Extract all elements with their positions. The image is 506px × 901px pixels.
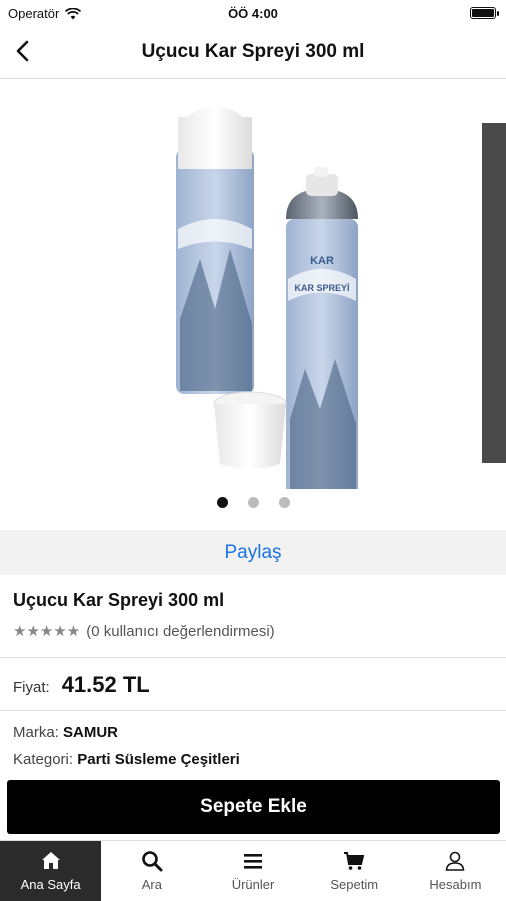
price-value: 41.52 TL xyxy=(61,672,150,697)
can-label-spray: KAR SPREYİ xyxy=(294,283,349,293)
tab-label: Ana Sayfa xyxy=(20,877,81,892)
page-dot[interactable] xyxy=(278,497,290,508)
tab-label: Ürünler xyxy=(231,877,275,892)
tab-home[interactable]: Ana Sayfa xyxy=(0,841,102,901)
tab-label: Ara xyxy=(141,877,162,892)
navigation-bar: Uçucu Kar Spreyi 300 ml xyxy=(0,26,506,79)
product-name: Uçucu Kar Spreyi 300 ml xyxy=(13,590,225,610)
tab-cart[interactable]: Sepetim xyxy=(304,841,405,901)
rating[interactable]: ★★★★★ (0 kullanıcı değerlendirmesi) xyxy=(13,622,275,641)
cart-icon xyxy=(344,852,365,870)
page-dot[interactable] xyxy=(216,497,228,508)
tab-label: Hesabım xyxy=(429,877,482,892)
product-image: KAR KAR SPREYİ xyxy=(176,107,358,519)
battery-icon xyxy=(470,7,499,19)
star-rating-icon: ★★★★★ xyxy=(13,623,81,640)
next-image-peek[interactable] xyxy=(482,123,506,463)
user-icon xyxy=(446,851,465,871)
menu-icon xyxy=(244,854,262,869)
price-label: Fiyat: xyxy=(13,679,50,696)
category-row: Kategori: Parti Süsleme Çeşitleri xyxy=(13,751,240,768)
divider xyxy=(0,657,506,658)
page-indicator[interactable] xyxy=(0,497,506,508)
can-label-kar: KAR xyxy=(310,255,334,267)
tab-search[interactable]: Ara xyxy=(101,841,202,901)
price-row: Fiyat: 41.52 TL xyxy=(13,672,150,698)
search-icon xyxy=(141,851,163,872)
clock: ÖÖ 4:00 xyxy=(228,6,278,21)
tab-products[interactable]: Ürünler xyxy=(202,841,303,901)
page-dot[interactable] xyxy=(247,497,259,508)
category-label: Kategori: xyxy=(13,751,74,768)
tab-account[interactable]: Hesabım xyxy=(405,841,506,901)
share-button[interactable]: Paylaş xyxy=(0,530,506,575)
tab-label: Sepetim xyxy=(330,877,379,892)
category-value[interactable]: Parti Süsleme Çeşitleri xyxy=(77,751,240,768)
tab-bar: Ana Sayfa Ara Ürünler Sepetim Hesabım xyxy=(0,840,506,901)
add-to-cart-button[interactable]: Sepete Ekle xyxy=(7,780,500,834)
divider xyxy=(0,710,506,711)
rating-text: (0 kullanıcı değerlendirmesi) xyxy=(86,622,275,640)
product-image-gallery[interactable]: KAR KAR SPREYİ xyxy=(0,79,506,529)
status-bar: Operatör ÖÖ 4:00 xyxy=(0,0,506,26)
brand-label: Marka: xyxy=(13,724,59,741)
home-icon xyxy=(41,852,60,869)
brand-row: Marka: SAMUR xyxy=(13,724,118,741)
page-title: Uçucu Kar Spreyi 300 ml xyxy=(141,41,365,62)
brand-value[interactable]: SAMUR xyxy=(63,724,118,741)
